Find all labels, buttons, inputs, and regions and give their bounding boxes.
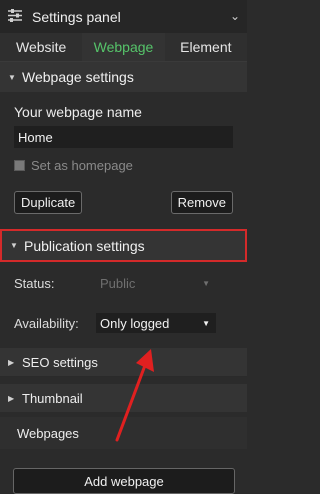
red-arrow-annotation bbox=[115, 349, 154, 442]
